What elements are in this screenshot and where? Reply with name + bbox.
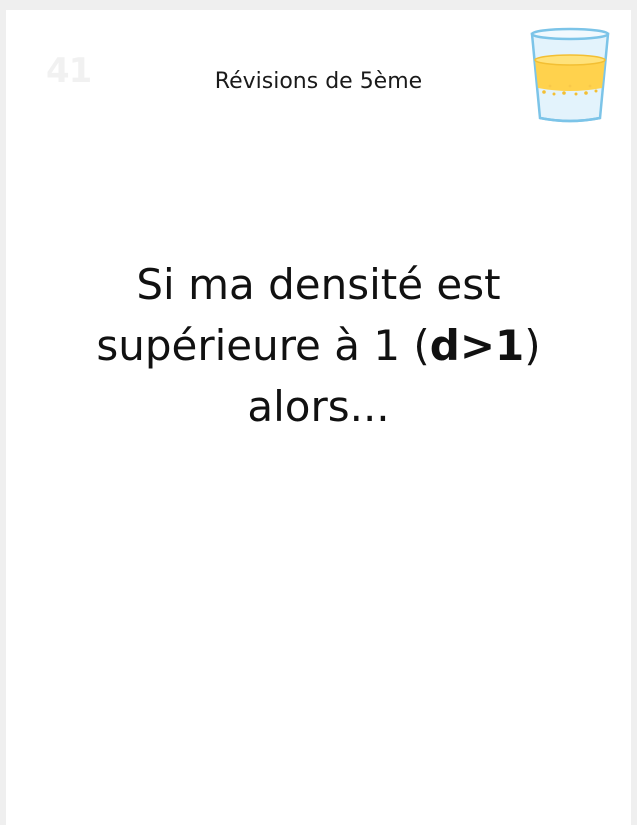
question-line-1: Si ma densité est [136, 260, 501, 309]
question-line-2-prefix: supérieure à 1 ( [96, 321, 430, 370]
question-condition-bold: d>1 [429, 321, 525, 370]
flashcard: 41 Révisions de 5ème Si ma densité est s… [6, 10, 631, 825]
glass-of-liquid-icon [530, 27, 610, 123]
question-text: Si ma densité est supérieure à 1 (d>1) a… [6, 254, 631, 437]
question-line-3: alors... [247, 382, 390, 431]
question-line-2: supérieure à 1 (d>1) [6, 315, 631, 376]
question-line-2-suffix: ) [524, 321, 541, 370]
